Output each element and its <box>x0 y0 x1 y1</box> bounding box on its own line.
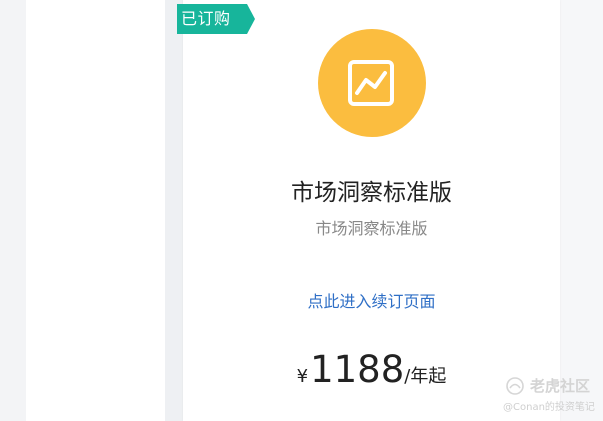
plan-subtitle: 市场洞察标准版 <box>315 219 428 238</box>
watermark-brand-text: 老虎社区 <box>530 377 591 395</box>
price-currency: ¥ <box>296 366 309 387</box>
badge-label: 已订购 <box>181 9 231 28</box>
subscribed-badge: 已订购 <box>177 4 255 34</box>
line-chart-icon <box>348 60 394 106</box>
price: ¥1188/年起 <box>183 348 560 392</box>
page: 已订购 市场洞察标准版 市场洞察标准版 点此进入续订页面 ¥1188/年起 老虎… <box>0 0 603 421</box>
adjacent-card-left <box>0 0 26 421</box>
plan-icon-circle <box>318 29 426 137</box>
card-gap <box>165 0 183 421</box>
plan-title: 市场洞察标准版 <box>291 180 452 206</box>
tiger-logo-icon <box>506 377 524 395</box>
price-unit: /年起 <box>404 366 447 387</box>
price-amount: 1188 <box>310 348 405 391</box>
adjacent-card-right <box>560 0 603 421</box>
watermark-brand: 老虎社区 <box>505 376 601 396</box>
watermark-handle: @Conan的投资笔记 <box>503 402 595 413</box>
renew-link[interactable]: 点此进入续订页面 <box>183 291 560 313</box>
